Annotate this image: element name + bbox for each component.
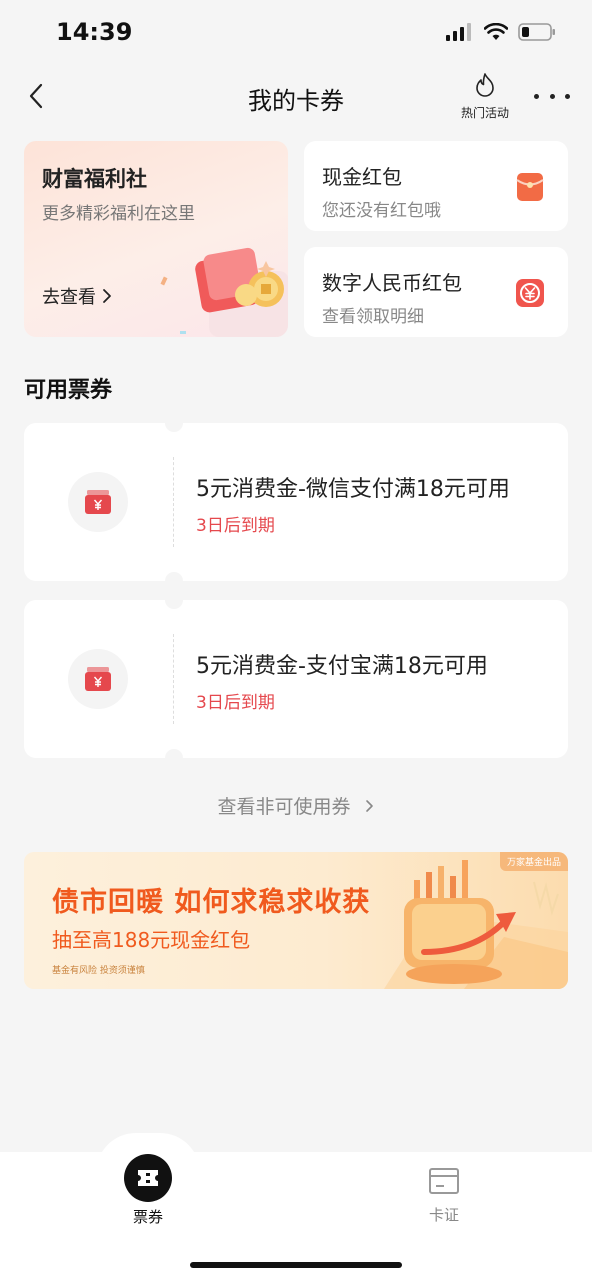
- banner-subline: 抽至高188元现金红包: [52, 928, 251, 952]
- battery-icon: [518, 23, 555, 41]
- yuan-coupon-icon: [85, 490, 111, 514]
- coupon-divider: [173, 457, 174, 547]
- wifi-icon: [484, 23, 508, 40]
- more-options-button[interactable]: [534, 78, 570, 114]
- status-time: 14:39: [56, 18, 133, 46]
- hot-activities-label: 热门活动: [460, 106, 509, 120]
- coupon-expiry: 3日后到期: [196, 516, 275, 536]
- flame-icon: [476, 73, 494, 97]
- coupon-notch: [165, 414, 183, 432]
- ecny-card-title: 数字人民币红包: [322, 271, 462, 295]
- view-unusable-label: 查看非可使用券: [217, 796, 351, 818]
- status-icons: [446, 22, 556, 42]
- coupon-name: 5元消费金-支付宝满18元可用: [196, 654, 488, 679]
- chevron-right-icon: [103, 289, 111, 303]
- coupon-name: 5元消费金-微信支付满18元可用: [196, 477, 510, 502]
- tab-cards[interactable]: 卡证: [384, 1166, 504, 1225]
- wealth-welfare-card[interactable]: 财富福利社 更多精彩福利在这里 去查看: [24, 141, 288, 337]
- hot-activities-button[interactable]: 热门活动: [450, 72, 520, 124]
- go-check-label: 去查看: [42, 287, 96, 308]
- tab-tickets[interactable]: 票券: [88, 1154, 208, 1227]
- coupon-icon-wrap: [68, 649, 128, 709]
- coupon-expiry: 3日后到期: [196, 693, 275, 713]
- digital-yuan-icon: [516, 279, 544, 307]
- cellular-signal-icon: [446, 23, 471, 41]
- ecny-card-subtitle: 查看领取明细: [322, 307, 424, 327]
- chevron-right-icon: [365, 800, 373, 812]
- cash-card-subtitle: 您还没有红包哦: [322, 201, 441, 221]
- view-unusable-coupons-link[interactable]: 查看非可使用券: [0, 792, 592, 819]
- go-check-link[interactable]: 去查看: [42, 283, 112, 309]
- tab-cards-label: 卡证: [428, 1206, 459, 1224]
- banner-risk-note: 基金有风险 投资须谨慎: [52, 966, 145, 976]
- banner-headline: 债市回暖 如何求稳求收获: [52, 887, 371, 918]
- promo-banner[interactable]: 万家基金出品 债市回暖 如何求稳求收获 抽至高188元现金红包 基金有风险 投资…: [24, 852, 568, 989]
- yuan-coupon-icon: [85, 667, 111, 691]
- ecny-red-packet-card[interactable]: 数字人民币红包 查看领取明细: [304, 247, 568, 337]
- available-coupons-heading: 可用票券: [24, 378, 113, 403]
- more-dot: [534, 93, 539, 99]
- cash-red-packet-card[interactable]: 现金红包 您还没有红包哦: [304, 141, 568, 231]
- more-dot: [565, 93, 570, 99]
- more-dot: [549, 93, 555, 99]
- coupon-divider: [173, 634, 174, 724]
- tab-tickets-label: 票券: [132, 1208, 163, 1226]
- wealth-card-title: 财富福利社: [42, 167, 147, 191]
- tab-bar: 票券 卡证: [0, 1152, 592, 1280]
- coupon-notch: [165, 591, 183, 609]
- coupon-card[interactable]: 5元消费金-支付宝满18元可用 3日后到期: [24, 591, 568, 767]
- cash-card-title: 现金红包: [322, 165, 402, 189]
- red-envelope-icon: [516, 173, 544, 201]
- card-icon: [429, 1168, 459, 1194]
- home-indicator: [190, 1262, 402, 1268]
- nav-bar: 我的卡券 热门活动: [0, 64, 592, 128]
- coupon-card[interactable]: 5元消费金-微信支付满18元可用 3日后到期: [24, 414, 568, 590]
- gift-wallet-illustration: [160, 247, 288, 337]
- wealth-card-subtitle: 更多精彩福利在这里: [42, 204, 195, 224]
- coupon-notch: [165, 572, 183, 590]
- banner-source-tag: 万家基金出品: [499, 852, 568, 871]
- coupon-icon-wrap: [68, 472, 128, 532]
- coupon-notch: [165, 749, 183, 767]
- ticket-icon: [124, 1154, 172, 1202]
- status-bar: 14:39: [0, 0, 592, 64]
- banner-illustration: [384, 860, 568, 989]
